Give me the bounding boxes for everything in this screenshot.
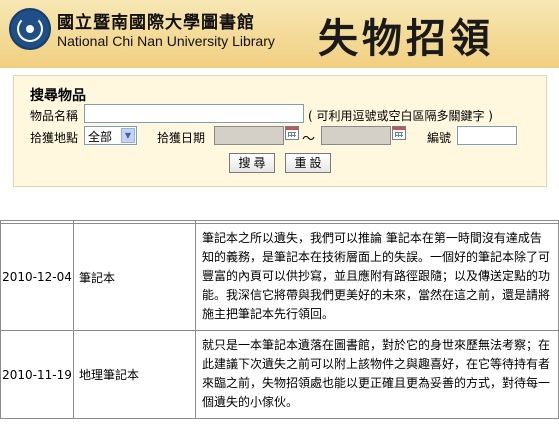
reset-button[interactable]: 重設 xyxy=(285,153,331,173)
lost-items-table: 2010-12-04 筆記本 筆記本之所以遺失，我們可以推論 筆記本在第一時間沒… xyxy=(0,220,559,419)
university-logo-icon xyxy=(9,8,51,50)
location-label: 拾獲地點 xyxy=(30,131,79,145)
page-header: 國立暨南國際大學圖書館 National Chi Nan University … xyxy=(0,0,559,68)
calendar-icon[interactable] xyxy=(392,126,406,140)
calendar-icon[interactable] xyxy=(285,126,299,140)
search-button[interactable]: 搜尋 xyxy=(229,153,275,173)
item-date: 2010-11-19 xyxy=(0,330,74,419)
logo-dot xyxy=(26,25,34,33)
item-name-label: 物品名稱 xyxy=(30,109,79,123)
date-from-input[interactable] xyxy=(214,126,284,145)
table-row: 2010-12-04 筆記本 筆記本之所以遺失，我們可以推論 筆記本在第一時間沒… xyxy=(0,223,559,331)
item-name: 地理筆記本 xyxy=(73,330,196,419)
chevron-down-icon[interactable]: ▼ xyxy=(121,128,135,143)
item-date: 2010-12-04 xyxy=(0,223,74,331)
page-title: 失物招領 xyxy=(318,15,494,62)
item-name-input[interactable] xyxy=(84,104,304,123)
date-to-input[interactable] xyxy=(321,126,391,145)
date-label: 拾獲日期 xyxy=(157,131,206,145)
id-input[interactable] xyxy=(457,126,517,145)
id-label: 編號 xyxy=(427,131,452,145)
item-name-hint: ( 可利用逗號或空白區隔多關鍵字 ) xyxy=(308,109,493,123)
location-select[interactable]: 全部 ▼ xyxy=(84,126,137,145)
date-separator: ～ xyxy=(302,132,316,147)
item-description: 就只是一本筆記本遺落在圖書館，對於它的身世來歷無法考察；在此建議下次遺失之前可以… xyxy=(195,330,559,419)
search-title: 搜尋物品 xyxy=(30,88,86,104)
location-selected: 全部 xyxy=(88,130,113,144)
library-name-zh: 國立暨南國際大學圖書館 xyxy=(57,13,255,33)
item-name: 筆記本 xyxy=(73,223,196,331)
item-description: 筆記本之所以遺失，我們可以推論 筆記本在第一時間沒有達成告知的義務，是筆記本在技… xyxy=(195,223,559,331)
search-panel: 搜尋物品 物品名稱 ( 可利用逗號或空白區隔多關鍵字 ) 拾獲地點 全部 ▼ 拾… xyxy=(13,75,547,187)
table-row: 2010-11-19 地理筆記本 就只是一本筆記本遺落在圖書館，對於它的身世來歷… xyxy=(0,330,559,419)
library-name-en: National Chi Nan University Library xyxy=(57,33,275,49)
